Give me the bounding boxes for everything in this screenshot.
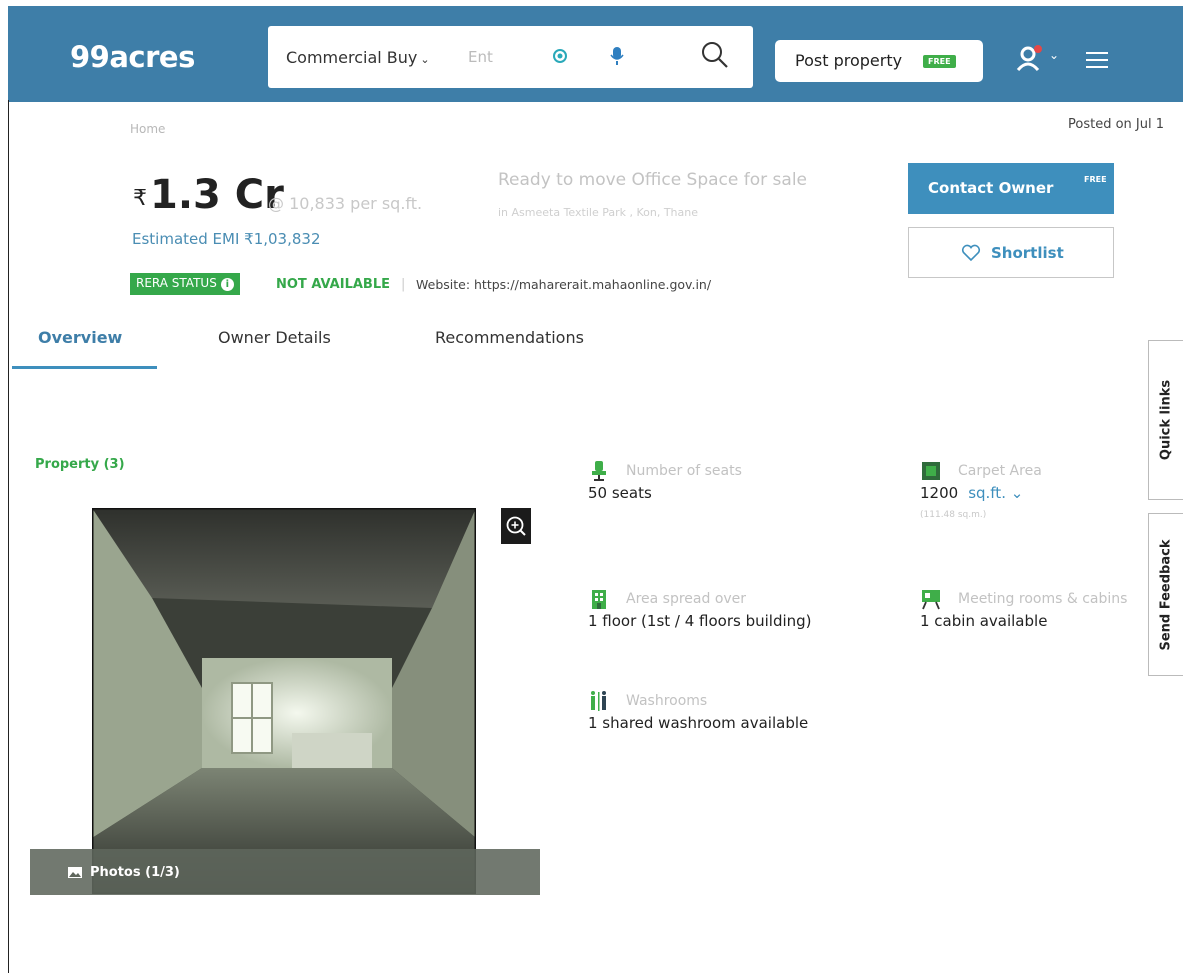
rera-status-value: NOT AVAILABLE bbox=[276, 277, 390, 292]
posted-date: Posted on Jul 1 bbox=[1068, 117, 1164, 132]
tab-recommendations[interactable]: Recommendations bbox=[435, 328, 584, 347]
feature-title: Washrooms bbox=[626, 693, 708, 709]
send-feedback-tab[interactable]: Send Feedback bbox=[1148, 513, 1183, 676]
info-icon[interactable]: i bbox=[220, 278, 234, 291]
site-logo[interactable]: 99acres bbox=[70, 40, 195, 74]
rera-status-label: RERA STATUS bbox=[136, 276, 217, 290]
send-feedback-label: Send Feedback bbox=[1158, 539, 1174, 650]
tab-owner-details[interactable]: Owner Details bbox=[218, 328, 331, 347]
contact-owner-button[interactable]: Contact Owner FREE bbox=[908, 163, 1114, 214]
chevron-down-icon: ⌄ bbox=[420, 53, 430, 66]
carpet-unit-dropdown[interactable]: sq.ft. ⌄ bbox=[968, 484, 1023, 502]
carpet-unit-label: sq.ft. bbox=[968, 484, 1006, 502]
carpet-area-sqm: (111.48 sq.m.) bbox=[920, 510, 987, 520]
active-tab-indicator bbox=[12, 366, 157, 369]
chair-icon bbox=[592, 461, 606, 481]
quick-links-tab[interactable]: Quick links bbox=[1148, 340, 1183, 500]
hamburger-menu-icon[interactable] bbox=[1086, 52, 1108, 68]
zoom-button[interactable] bbox=[501, 508, 531, 544]
listing-price: 1.3 Cr bbox=[150, 172, 284, 218]
currency-symbol: ₹ bbox=[133, 186, 147, 211]
heart-icon bbox=[961, 244, 981, 262]
meeting-board-icon bbox=[922, 590, 940, 610]
price-per-sqft: @ 10,833 per sq.ft. bbox=[268, 194, 423, 213]
feature-value: 1 shared washroom available bbox=[588, 714, 809, 732]
feature-title: Carpet Area bbox=[958, 463, 1042, 479]
feature-value: 50 seats bbox=[588, 484, 652, 502]
feature-title: Number of seats bbox=[626, 463, 742, 479]
microphone-icon[interactable] bbox=[610, 46, 624, 66]
feature-value: 1200 sq.ft. ⌄ bbox=[920, 484, 1023, 502]
tab-overview[interactable]: Overview bbox=[38, 328, 122, 347]
photos-counter-bar[interactable]: Photos (1/3) bbox=[30, 849, 540, 895]
free-badge: FREE bbox=[1084, 175, 1107, 184]
zoom-in-icon bbox=[506, 516, 526, 536]
page-border bbox=[8, 100, 9, 973]
search-bar: Commercial Buy ⌄ bbox=[268, 26, 753, 88]
carpet-area-value: 1200 bbox=[920, 484, 959, 502]
estimated-emi-link[interactable]: Estimated EMI ₹1,03,832 bbox=[132, 230, 321, 248]
listing-title: Ready to move Office Space for sale bbox=[498, 170, 808, 190]
shortlist-button[interactable]: Shortlist bbox=[908, 227, 1114, 278]
post-property-label: Post property bbox=[795, 51, 903, 70]
photos-counter-label: Photos (1/3) bbox=[90, 865, 180, 880]
property-photos-heading: Property (3) bbox=[35, 457, 125, 472]
chevron-down-icon: ⌄ bbox=[1010, 484, 1024, 502]
search-type-label: Commercial Buy bbox=[286, 48, 418, 67]
rera-status-badge[interactable]: RERA STATUS i bbox=[130, 273, 240, 295]
washroom-icon bbox=[591, 691, 606, 711]
post-property-button[interactable]: Post property FREE bbox=[775, 40, 983, 82]
contact-owner-label: Contact Owner bbox=[928, 179, 1054, 197]
feature-value: 1 floor (1st / 4 floors building) bbox=[588, 612, 812, 630]
rera-separator: | bbox=[401, 277, 406, 292]
chevron-down-icon[interactable]: ⌄ bbox=[1049, 48, 1059, 62]
free-badge: FREE bbox=[923, 55, 956, 68]
carpet-area-icon bbox=[922, 462, 940, 480]
shortlist-label: Shortlist bbox=[991, 244, 1064, 262]
rera-website[interactable]: Website: https://maharerait.mahaonline.g… bbox=[416, 277, 711, 292]
building-icon bbox=[592, 590, 606, 609]
search-input[interactable] bbox=[468, 44, 528, 70]
feature-title: Meeting rooms & cabins bbox=[958, 591, 1128, 607]
location-target-icon[interactable] bbox=[552, 48, 568, 64]
property-photo[interactable] bbox=[92, 508, 476, 894]
feature-carpet-area: Carpet Area 1200 sq.ft. ⌄ (111.48 sq.m.) bbox=[920, 460, 1142, 550]
top-nav-bar: 99acres Commercial Buy⌄ Post property FR… bbox=[8, 6, 1183, 102]
user-account-icon[interactable] bbox=[1016, 44, 1044, 72]
feature-meeting-rooms: Meeting rooms & cabins 1 cabin available bbox=[920, 588, 1142, 638]
quick-links-label: Quick links bbox=[1158, 379, 1174, 461]
feature-value: 1 cabin available bbox=[920, 612, 1048, 630]
feature-title: Area spread over bbox=[626, 591, 747, 607]
search-icon[interactable] bbox=[700, 40, 730, 70]
search-type-dropdown[interactable]: Commercial Buy ⌄ bbox=[286, 48, 430, 67]
listing-location: in Asmeeta Textile Park , Kon, Thane bbox=[498, 206, 698, 219]
image-icon bbox=[68, 867, 82, 878]
breadcrumb-home[interactable]: Home bbox=[130, 122, 165, 136]
